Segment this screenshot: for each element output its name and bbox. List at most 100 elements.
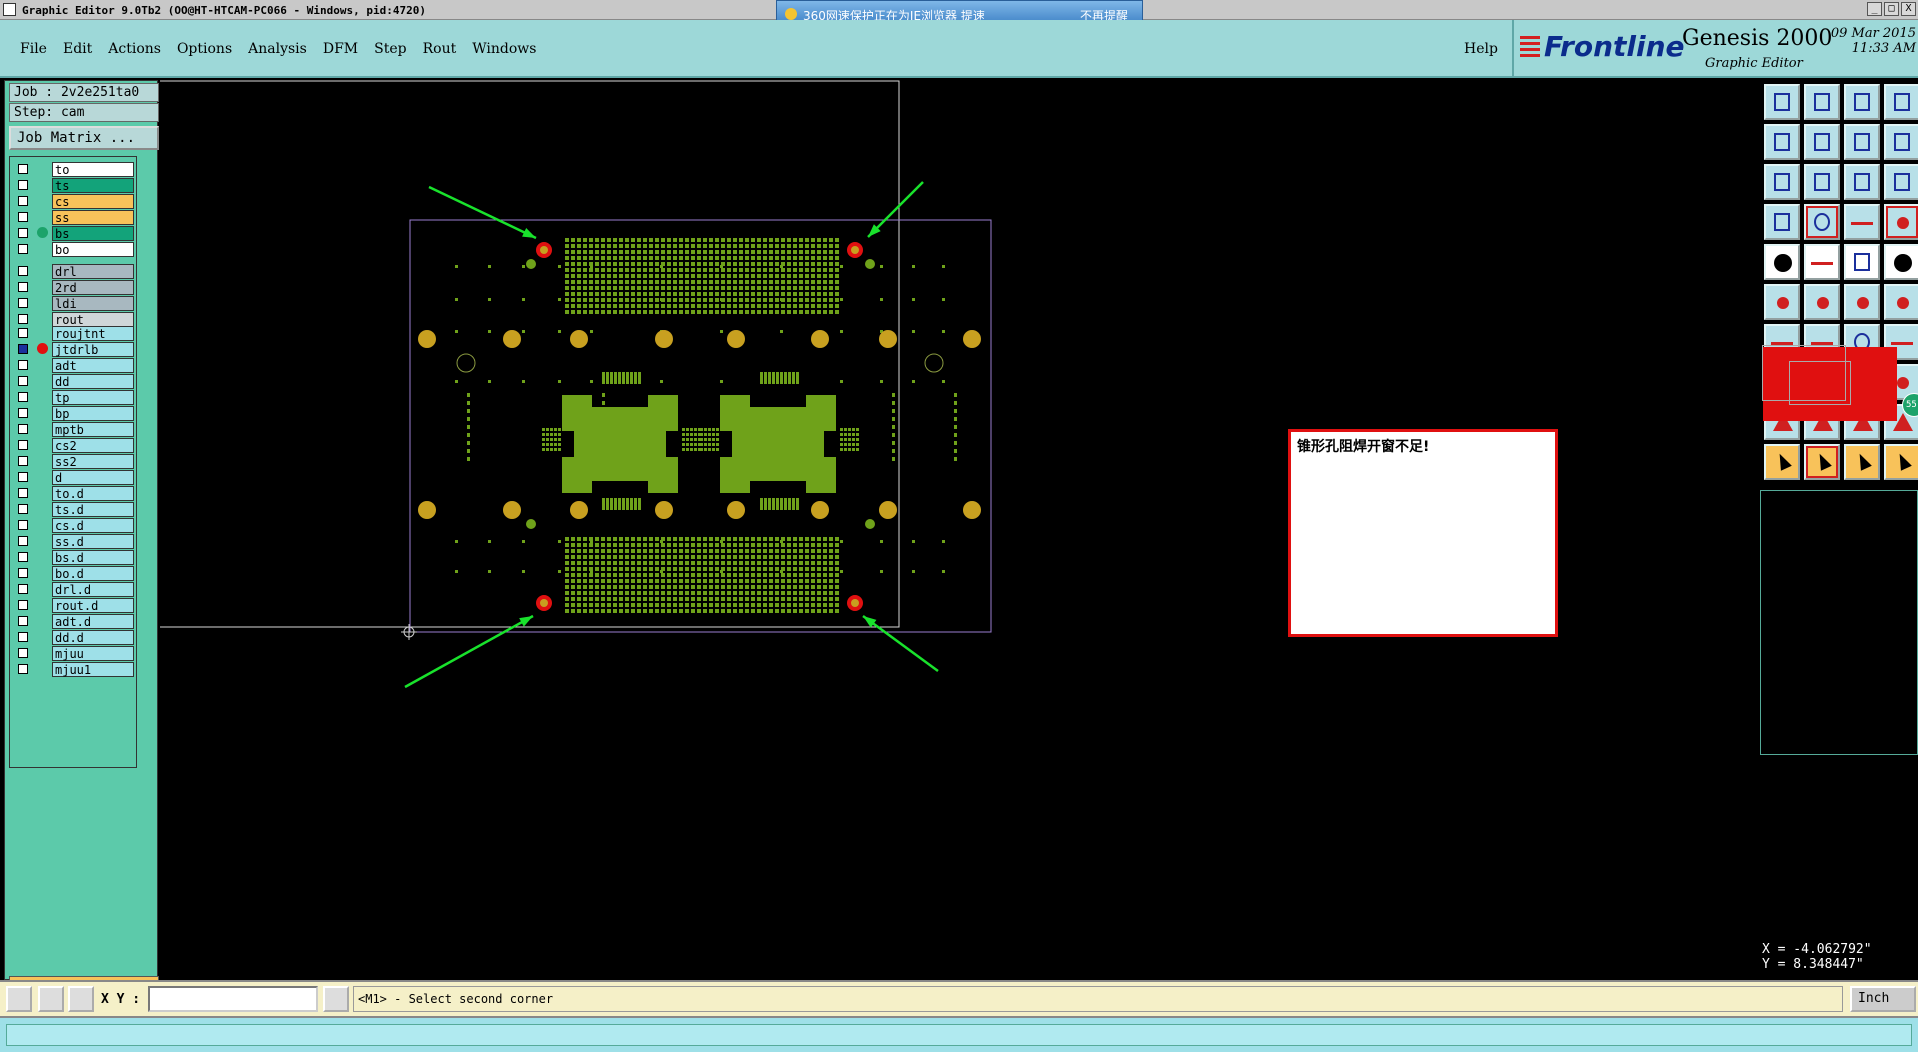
layer-name[interactable]: ss — [52, 210, 134, 225]
layer-row[interactable]: cs — [12, 193, 136, 209]
layer-checkbox[interactable] — [18, 440, 28, 450]
layer-row[interactable]: ts — [12, 177, 136, 193]
menu-windows[interactable]: Windows — [472, 41, 536, 57]
add-pad-tool-button[interactable] — [1804, 244, 1840, 280]
layer-row[interactable]: ss2 — [12, 453, 136, 469]
move-down-tool-button[interactable] — [1804, 84, 1840, 120]
layer-checkbox[interactable] — [18, 266, 28, 276]
layer-name[interactable]: d — [52, 470, 134, 485]
layer-checkbox[interactable] — [18, 456, 28, 466]
measure-ruler-tool-button[interactable] — [1844, 244, 1880, 280]
layer-checkbox[interactable] — [18, 424, 28, 434]
layer-name[interactable]: drl — [52, 264, 134, 279]
layer-checkbox[interactable] — [18, 472, 28, 482]
measure-active-tool-button[interactable] — [1884, 204, 1918, 240]
layer-name[interactable]: bp — [52, 406, 134, 421]
input-separator-icon[interactable] — [323, 986, 349, 1012]
layer-row[interactable]: ts.d — [12, 501, 136, 517]
close-button[interactable]: X — [1901, 2, 1916, 16]
layer-checkbox[interactable] — [18, 164, 28, 174]
layer-checkbox[interactable] — [18, 282, 28, 292]
layer-checkbox[interactable] — [18, 408, 28, 418]
grid-icon[interactable] — [68, 986, 94, 1012]
layer-checkbox[interactable] — [18, 616, 28, 626]
menu-edit[interactable]: Edit — [63, 41, 92, 57]
overview-viewport[interactable] — [1789, 361, 1851, 405]
overview-window[interactable] — [1760, 490, 1918, 755]
layer-row[interactable]: mjuu — [12, 645, 136, 661]
pin-tool-button[interactable] — [1804, 204, 1840, 240]
job-matrix-button[interactable]: Job Matrix ... — [9, 126, 159, 150]
layer-checkbox[interactable] — [18, 212, 28, 222]
panel-tool-button[interactable] — [1884, 84, 1918, 120]
layer-name[interactable]: ts.d — [52, 502, 134, 517]
zoom-1-2-tool-button[interactable] — [1844, 164, 1880, 200]
layer-checkbox[interactable] — [18, 552, 28, 562]
layer-row[interactable]: mptb — [12, 421, 136, 437]
layer-row[interactable]: bp — [12, 405, 136, 421]
select-active-tool-button[interactable] — [1804, 444, 1840, 480]
menu-step[interactable]: Step — [374, 41, 406, 57]
node-delete-tool-button[interactable] — [1804, 284, 1840, 320]
layer-name[interactable]: adt.d — [52, 614, 134, 629]
layer-row[interactable]: jtdrlb — [12, 341, 136, 357]
node-move-tool-button[interactable] — [1764, 284, 1800, 320]
layer-row[interactable]: to.d — [12, 485, 136, 501]
move-up-tool-button[interactable] — [1764, 84, 1800, 120]
snap-icon[interactable] — [6, 986, 32, 1012]
layer-checkbox[interactable] — [18, 488, 28, 498]
menu-analysis[interactable]: Analysis — [248, 41, 307, 57]
layer-name[interactable]: dd — [52, 374, 134, 389]
layer-checkbox[interactable] — [18, 180, 28, 190]
drill-tool-button[interactable] — [1844, 204, 1880, 240]
menu-actions[interactable]: Actions — [108, 41, 161, 57]
xy-input[interactable] — [148, 986, 318, 1012]
reverse-tool-button[interactable] — [1844, 124, 1880, 160]
node-connect-tool-button[interactable] — [1844, 284, 1880, 320]
layer-name[interactable]: rout.d — [52, 598, 134, 613]
measure-icon[interactable] — [38, 986, 64, 1012]
layer-checkbox[interactable] — [18, 632, 28, 642]
layer-row[interactable]: dd — [12, 373, 136, 389]
layer-row[interactable]: bs.d — [12, 549, 136, 565]
layer-row[interactable]: ldi — [12, 295, 136, 311]
layer-row[interactable]: drl.d — [12, 581, 136, 597]
layer-name[interactable]: to — [52, 162, 134, 177]
pen-tool-button[interactable] — [1764, 204, 1800, 240]
menu-rout[interactable]: Rout — [423, 41, 457, 57]
minimize-button[interactable]: _ — [1867, 2, 1882, 16]
layer-name[interactable]: bs — [52, 226, 134, 241]
layer-row[interactable]: bo — [12, 241, 136, 257]
layer-row[interactable]: ss.d — [12, 533, 136, 549]
layer-name[interactable]: bo — [52, 242, 134, 257]
graphic-canvas[interactable]: 锥形孔阻焊开窗不足! — [160, 80, 1760, 980]
layer-name[interactable]: adt — [52, 358, 134, 373]
step-in-tool-button[interactable] — [1764, 124, 1800, 160]
layer-row[interactable]: rout.d — [12, 597, 136, 613]
step-out-tool-button[interactable] — [1804, 124, 1840, 160]
layer-row[interactable]: d — [12, 469, 136, 485]
layer-checkbox[interactable] — [18, 314, 28, 324]
layer-name[interactable]: roujtnt — [52, 326, 134, 341]
layer-name[interactable]: ss2 — [52, 454, 134, 469]
zoom-fit-tool-button[interactable] — [1764, 164, 1800, 200]
layer-name[interactable]: cs — [52, 194, 134, 209]
layer-checkbox[interactable] — [18, 664, 28, 674]
layer-checkbox[interactable] — [18, 504, 28, 514]
layer-checkbox[interactable] — [18, 360, 28, 370]
unit-selector[interactable]: Inch — [1850, 986, 1916, 1012]
layer-checkbox[interactable] — [18, 600, 28, 610]
layer-checkbox[interactable] — [18, 392, 28, 402]
layer-name[interactable]: ts — [52, 178, 134, 193]
layer-name[interactable]: bs.d — [52, 550, 134, 565]
layer-checkbox[interactable] — [18, 344, 28, 354]
layer-checkbox[interactable] — [18, 328, 28, 338]
layer-checkbox[interactable] — [18, 648, 28, 658]
layer-row[interactable]: bo.d — [12, 565, 136, 581]
layer-name[interactable]: drl.d — [52, 582, 134, 597]
layer-checkbox[interactable] — [18, 298, 28, 308]
layer-name[interactable]: tp — [52, 390, 134, 405]
layer-name[interactable]: bo.d — [52, 566, 134, 581]
layer-name[interactable]: cs2 — [52, 438, 134, 453]
layer-row[interactable]: adt.d — [12, 613, 136, 629]
